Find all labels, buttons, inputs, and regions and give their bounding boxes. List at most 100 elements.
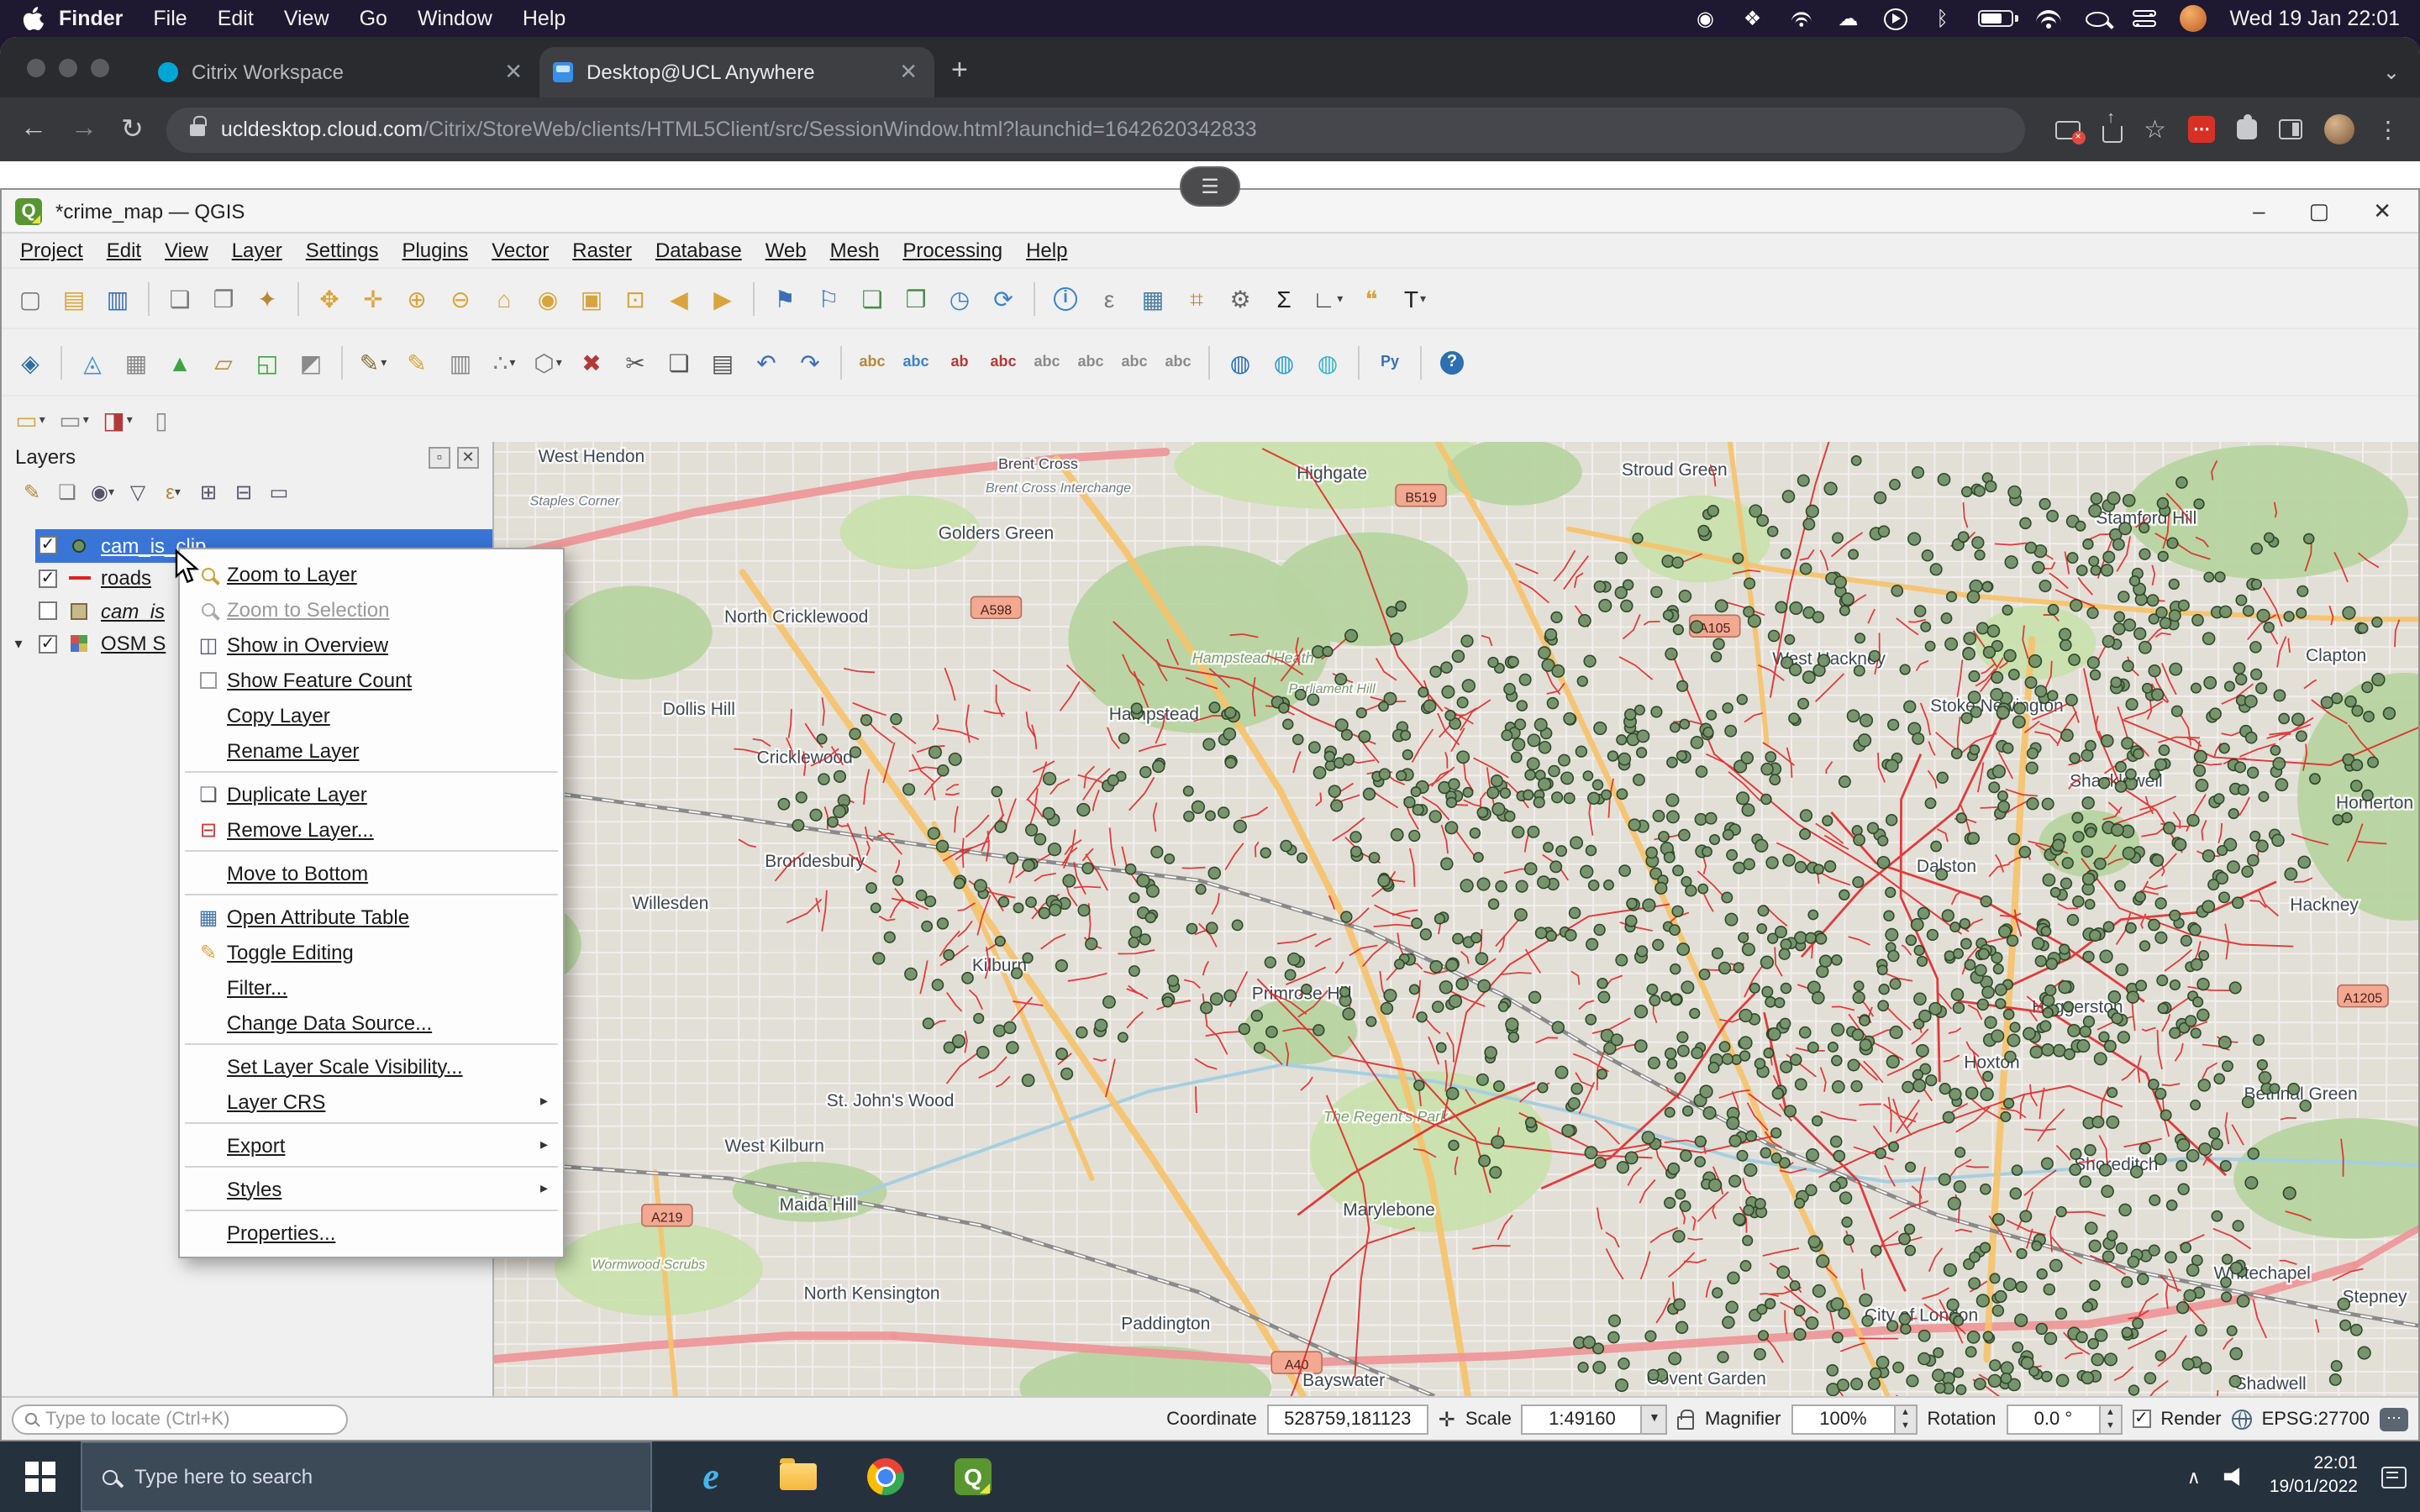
tab-search-icon[interactable]: ⌄ xyxy=(2383,60,2400,84)
citrix-toolbar-grip[interactable]: ☰ xyxy=(1180,166,1240,207)
maximize-button[interactable]: ▢ xyxy=(2309,197,2330,224)
qgis-menu-web[interactable]: Web xyxy=(754,239,818,262)
temporal-controller-button[interactable]: ◷ xyxy=(939,278,980,318)
expand-all-button[interactable]: ⊞ xyxy=(193,477,224,507)
context-menu-item-zoom-to-layer[interactable]: Zoom to Layer xyxy=(182,556,561,591)
context-menu-item-properties[interactable]: Properties... xyxy=(182,1215,561,1250)
show-bookmarks-button[interactable]: ⚐ xyxy=(808,278,849,318)
layer-visibility-checkbox[interactable]: ✓ xyxy=(39,537,57,555)
copy-features-button[interactable]: ❏ xyxy=(659,342,699,382)
vertex-tool-button[interactable]: ⬡▾ xyxy=(528,342,568,382)
new-tab-button[interactable]: + xyxy=(951,54,968,87)
pan-to-selection-button[interactable]: ✛ xyxy=(353,278,393,318)
crs-status[interactable]: EPSG:27700 xyxy=(2262,1409,2370,1429)
web-service-catalog-button[interactable]: ◍ xyxy=(1264,342,1304,382)
identify-features-button[interactable]: i xyxy=(1045,278,1086,318)
locate-input[interactable]: Type to locate (Ctrl+K) xyxy=(12,1404,348,1434)
airdrop-icon[interactable] xyxy=(1791,11,1811,26)
zoom-native-button[interactable]: ⊡ xyxy=(615,278,655,318)
zoom-full-button[interactable]: ⌂ xyxy=(484,278,524,318)
context-menu-item-rename-layer[interactable]: Rename Layer xyxy=(182,732,561,768)
add-raster-layer-button[interactable]: ▦ xyxy=(116,342,156,382)
context-menu-item-move-to-bottom[interactable]: Move to Bottom xyxy=(182,855,561,890)
save-project-button[interactable]: ▥ xyxy=(97,278,138,318)
undo-button[interactable]: ↶ xyxy=(746,342,786,382)
select-all-features-button[interactable]: ▯ xyxy=(141,399,182,439)
context-menu-item-remove-layer[interactable]: ⊟Remove Layer... xyxy=(182,811,561,847)
move-label-button[interactable]: abc xyxy=(1027,342,1067,382)
collapse-all-button[interactable]: ⊟ xyxy=(229,477,259,507)
magnifier-value[interactable]: 100% xyxy=(1791,1404,1895,1434)
context-menu-item-toggle-editing[interactable]: ✎Toggle Editing xyxy=(182,934,561,969)
zoom-in-button[interactable]: ⊕ xyxy=(397,278,437,318)
new-map-view-button[interactable]: ❏ xyxy=(852,278,892,318)
rotation-spinbox[interactable]: 0.0 ° ▲▼ xyxy=(2006,1404,2122,1434)
qgis-menu-processing[interactable]: Processing xyxy=(891,239,1014,262)
cast-icon[interactable]: × xyxy=(2054,120,2080,139)
qgis-menu-raster[interactable]: Raster xyxy=(560,239,644,262)
text-annotation-button[interactable]: T▾ xyxy=(1395,278,1435,318)
macos-menu-go[interactable]: Go xyxy=(345,7,402,30)
qgis-menu-database[interactable]: Database xyxy=(644,239,754,262)
layer-visibility-checkbox[interactable]: ✓ xyxy=(39,570,57,588)
macos-menu-window[interactable]: Window xyxy=(402,7,508,30)
start-button[interactable] xyxy=(0,1441,81,1512)
pin-labels-button[interactable]: ab xyxy=(939,342,980,382)
qgis-menu-view[interactable]: View xyxy=(153,239,220,262)
pan-map-button[interactable]: ✥ xyxy=(309,278,350,318)
context-menu-item-show-feature-count[interactable]: Show Feature Count xyxy=(182,662,561,697)
profile-avatar[interactable] xyxy=(2324,114,2354,144)
tab-desktop-ucl-anywhere[interactable]: Desktop@UCL Anywhere ✕ xyxy=(539,47,934,97)
tab-close-icon[interactable]: ✕ xyxy=(896,59,921,86)
zoom-last-button[interactable]: ◀ xyxy=(659,278,699,318)
qgis-hub-button[interactable]: ◍ xyxy=(1307,342,1348,382)
select-by-form-button[interactable]: ▭▾ xyxy=(54,399,94,439)
panel-float-icon[interactable]: ▫ xyxy=(429,446,450,468)
browser-menu-icon[interactable]: ⋮ xyxy=(2376,115,2400,144)
add-vector-layer-button[interactable]: ◬ xyxy=(72,342,113,382)
taskbar-clock[interactable]: 22:01 19/01/2022 xyxy=(2270,1454,2358,1500)
save-layer-edits-button[interactable]: ▥ xyxy=(440,342,481,382)
layer-diagram-button[interactable]: abc xyxy=(896,342,936,382)
field-calculator-button[interactable]: ⌗ xyxy=(1176,278,1217,318)
qgis-menu-mesh[interactable]: Mesh xyxy=(818,239,892,262)
tab-close-icon[interactable]: ✕ xyxy=(501,59,526,86)
layer-visibility-checkbox[interactable] xyxy=(39,602,57,621)
file-explorer-icon[interactable] xyxy=(776,1455,820,1499)
share-icon[interactable] xyxy=(2102,126,2122,143)
crs-globe-icon[interactable] xyxy=(2232,1409,2252,1429)
context-menu-item-set-layer-scale-visibility[interactable]: Set Layer Scale Visibility... xyxy=(182,1048,561,1084)
spotlight-search-icon[interactable] xyxy=(2086,11,2109,26)
context-menu-item-open-attribute-table[interactable]: ▦Open Attribute Table xyxy=(182,899,561,934)
volume-icon[interactable] xyxy=(2224,1467,2246,1487)
new-geopackage-layer-button[interactable]: ◱ xyxy=(247,342,287,382)
measure-button[interactable]: ∟▾ xyxy=(1307,278,1348,318)
url-field[interactable]: ucldesktop.cloud.com/Citrix/StoreWeb/cli… xyxy=(167,107,2024,152)
cut-features-button[interactable]: ✂ xyxy=(615,342,655,382)
context-menu-item-show-in-overview[interactable]: ◫Show in Overview xyxy=(182,627,561,662)
qgis-menu-help[interactable]: Help xyxy=(1014,239,1079,262)
qgis-taskbar-icon[interactable]: Q xyxy=(951,1455,995,1499)
context-menu-item-copy-layer[interactable]: Copy Layer xyxy=(182,697,561,732)
context-menu-item-styles[interactable]: Styles▸ xyxy=(182,1171,561,1206)
tab-citrix-workspace[interactable]: Citrix Workspace ✕ xyxy=(145,47,539,97)
current-edits-button[interactable]: ✎▾ xyxy=(353,342,393,382)
python-console-button[interactable]: Py xyxy=(1370,342,1410,382)
zoom-to-layer-button[interactable]: ▣ xyxy=(571,278,612,318)
rotate-label-button[interactable]: abc xyxy=(1071,342,1111,382)
coordinate-field[interactable]: 528759,181123 xyxy=(1267,1404,1428,1434)
context-menu-item-filter[interactable]: Filter... xyxy=(182,969,561,1005)
toggle-extents-icon[interactable]: ✛ xyxy=(1439,1407,1455,1431)
lock-icon[interactable] xyxy=(191,123,206,135)
context-menu-item-zoom-to-selection[interactable]: Zoom to Selection xyxy=(182,591,561,627)
layer-visibility-checkbox[interactable]: ✓ xyxy=(39,635,57,654)
redo-button[interactable]: ↷ xyxy=(790,342,830,382)
qgis-menu-settings[interactable]: Settings xyxy=(294,239,391,262)
rotation-value[interactable]: 0.0 ° xyxy=(2006,1404,2100,1434)
panel-close-icon[interactable]: ✕ xyxy=(457,446,479,468)
bookmark-star-icon[interactable]: ☆ xyxy=(2144,114,2166,144)
open-attribute-table-button[interactable]: ▦ xyxy=(1133,278,1173,318)
add-mesh-layer-button[interactable]: ▲ xyxy=(160,342,200,382)
reload-button[interactable]: ↻ xyxy=(121,113,144,146)
window-traffic-lights[interactable] xyxy=(27,59,109,77)
